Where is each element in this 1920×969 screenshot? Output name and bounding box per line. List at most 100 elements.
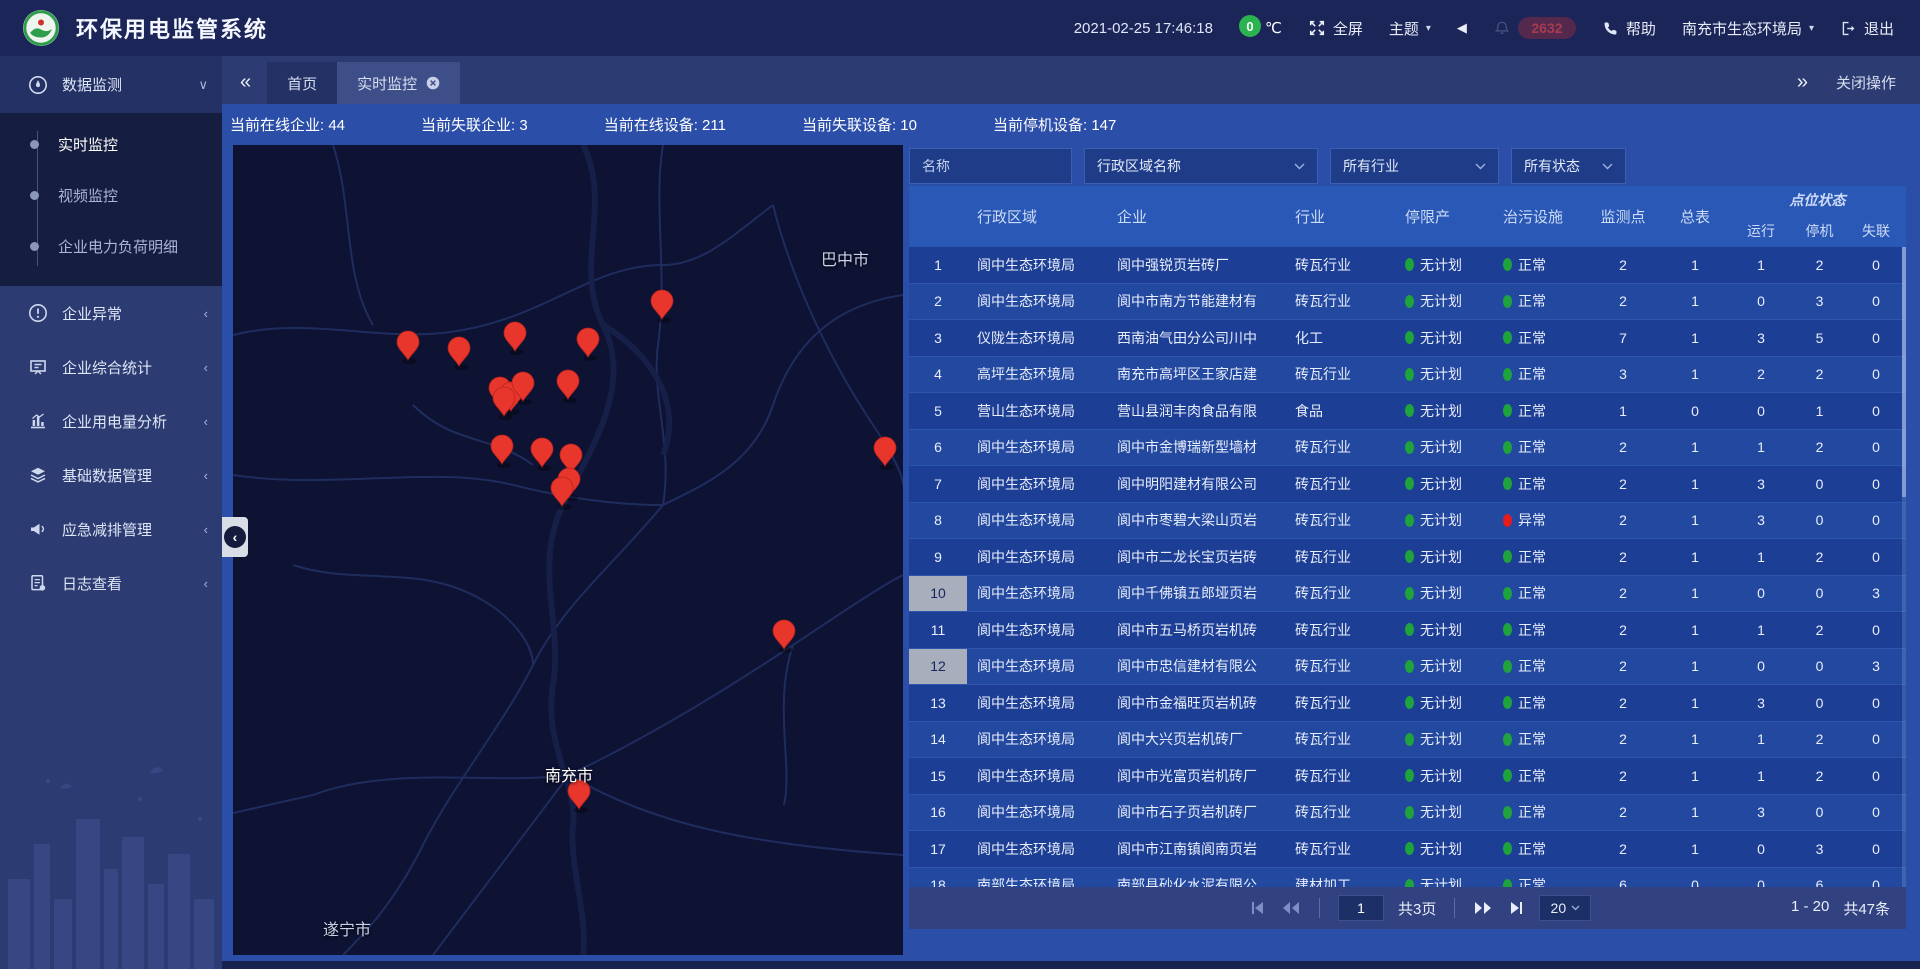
table-row[interactable]: 10 阆中生态环境局 阆中千佛镇五郎垭页岩 砖瓦行业 无计划 正常 2 1 0 … — [909, 576, 1906, 613]
sidebar-item-2[interactable]: 企业综合统计 ‹ — [0, 340, 222, 394]
sidebar-item-4[interactable]: 基础数据管理 ‹ — [0, 448, 222, 502]
industry-select[interactable]: 所有行业 — [1330, 148, 1499, 184]
theme-menu[interactable]: 主题 ▾ — [1389, 18, 1431, 39]
col-industry: 行业 — [1285, 186, 1393, 247]
page-title: 环保用电监管系统 — [76, 12, 268, 44]
sidebar-item-5[interactable]: 应急减排管理 ‹ — [0, 502, 222, 556]
cell-offline: 0 — [1848, 430, 1904, 466]
sidebar-item-6[interactable]: 日志查看 ‹ — [0, 556, 222, 610]
city-label: 遂宁市 — [323, 916, 371, 940]
table-row[interactable]: 3 仪陇生态环境局 西南油气田分公司川中 化工 无计划 正常 7 1 3 5 0 — [909, 320, 1906, 357]
table-row[interactable]: 13 阆中生态环境局 阆中市金福旺页岩机砖 砖瓦行业 无计划 正常 2 1 3 … — [909, 685, 1906, 722]
first-page-button[interactable] — [1249, 900, 1267, 916]
table-row[interactable]: 5 营山生态环境局 营山县润丰肉食品有限 食品 无计划 正常 1 0 0 1 0 — [909, 393, 1906, 430]
cell-company: 阆中市枣碧大梁山页岩 — [1107, 503, 1285, 539]
status-select[interactable]: 所有状态 — [1511, 148, 1626, 184]
sidebar-item-1[interactable]: 企业异常 ‹ — [0, 286, 222, 340]
table-row[interactable]: 11 阆中生态环境局 阆中市五马桥页岩机砖 砖瓦行业 无计划 正常 2 1 1 … — [909, 612, 1906, 649]
col-stopped: 停机 — [1791, 214, 1848, 247]
map-sidebar-collapse-button[interactable]: ‹ — [222, 517, 248, 557]
table-row[interactable]: 14 阆中生态环境局 阆中大兴页岩机砖厂 砖瓦行业 无计划 正常 2 1 1 2… — [909, 722, 1906, 759]
help-button[interactable]: 帮助 — [1602, 18, 1656, 39]
tab-0[interactable]: 首页 — [267, 62, 337, 104]
sidebar-item-3[interactable]: 企业用电量分析 ‹ — [0, 394, 222, 448]
last-page-button[interactable] — [1507, 900, 1525, 916]
table-row[interactable]: 4 高坪生态环境局 南充市高坪区王家店建 砖瓦行业 无计划 正常 3 1 2 2… — [909, 357, 1906, 394]
sidebar-item-0[interactable]: 数据监测 ∨ — [0, 56, 222, 113]
map-pin[interactable] — [493, 387, 515, 420]
map-pin[interactable] — [651, 290, 673, 323]
sidebar-subitem-1[interactable]: 视频监控 — [0, 170, 222, 221]
cell-region: 阆中生态环境局 — [967, 649, 1107, 685]
cell-facility-status: 正常 — [1491, 357, 1587, 393]
tabs-scroll-left-icon[interactable]: « — [222, 71, 267, 104]
fullscreen-button[interactable]: 全屏 — [1308, 18, 1363, 39]
map-panel[interactable]: 巴中市南充市遂宁市 — [233, 145, 903, 955]
mute-button[interactable]: ◀ — [1457, 20, 1467, 36]
page-number-input[interactable] — [1338, 895, 1384, 921]
row-index: 16 — [909, 795, 967, 831]
table-row[interactable]: 15 阆中生态环境局 阆中市光富页岩机砖厂 砖瓦行业 无计划 正常 2 1 1 … — [909, 758, 1906, 795]
cell-industry: 砖瓦行业 — [1285, 831, 1393, 867]
cell-stopped: 2 — [1791, 357, 1848, 393]
status-item: 当前失联企业: 3 — [421, 114, 528, 135]
cell-facility-status: 异常 — [1491, 503, 1587, 539]
map-pin[interactable] — [577, 328, 599, 361]
next-page-button[interactable] — [1473, 900, 1493, 916]
cell-points: 2 — [1587, 576, 1659, 612]
cell-running: 1 — [1731, 722, 1791, 758]
cell-facility-status: 正常 — [1491, 393, 1587, 429]
page-size-select[interactable]: 20 — [1539, 895, 1591, 921]
table-row[interactable]: 16 阆中生态环境局 阆中市石子页岩机砖厂 砖瓦行业 无计划 正常 2 1 3 … — [909, 795, 1906, 832]
close-icon[interactable] — [426, 76, 440, 90]
table-row[interactable]: 2 阆中生态环境局 阆中市南方节能建材有 砖瓦行业 无计划 正常 2 1 0 3… — [909, 284, 1906, 321]
map-pin[interactable] — [397, 331, 419, 364]
table-row[interactable]: 9 阆中生态环境局 阆中市二龙长宝页岩砖 砖瓦行业 无计划 正常 2 1 1 2… — [909, 539, 1906, 576]
map-pin[interactable] — [504, 322, 526, 355]
sidebar-subitem-2[interactable]: 企业电力负荷明细 — [0, 221, 222, 272]
table-row[interactable]: 1 阆中生态环境局 阆中强锐页岩砖厂 砖瓦行业 无计划 正常 2 1 1 2 0 — [909, 247, 1906, 284]
table-row[interactable]: 6 阆中生态环境局 阆中市金博瑞新型墙材 砖瓦行业 无计划 正常 2 1 1 2… — [909, 430, 1906, 467]
map-pin[interactable] — [448, 337, 470, 370]
map-pin[interactable] — [557, 370, 579, 403]
region-select[interactable]: 行政区域名称 — [1084, 148, 1318, 184]
logout-button[interactable]: 退出 — [1840, 18, 1894, 39]
temperature-display: 0 ℃ — [1239, 19, 1282, 37]
sidebar-subitem-0[interactable]: 实时监控 — [0, 119, 222, 170]
pager-divider — [1319, 898, 1320, 918]
tabs-scroll-right-icon[interactable]: » — [1797, 71, 1808, 94]
org-menu[interactable]: 南充市生态环境局 ▾ — [1682, 18, 1814, 39]
cell-running: 1 — [1731, 539, 1791, 575]
row-index: 12 — [909, 649, 967, 685]
table-row[interactable]: 8 阆中生态环境局 阆中市枣碧大梁山页岩 砖瓦行业 无计划 异常 2 1 3 0… — [909, 503, 1906, 540]
name-search-input[interactable] — [909, 148, 1072, 184]
close-operations-button[interactable]: 关闭操作 — [1836, 72, 1896, 93]
top-header: 环保用电监管系统 2021-02-25 17:46:18 0 ℃ 全屏 主题 ▾ — [0, 0, 1920, 56]
cell-limit-status: 无计划 — [1393, 831, 1491, 867]
cell-industry: 砖瓦行业 — [1285, 576, 1393, 612]
cell-points: 2 — [1587, 539, 1659, 575]
table-row[interactable]: 7 阆中生态环境局 阆中明阳建材有限公司 砖瓦行业 无计划 正常 2 1 3 0… — [909, 466, 1906, 503]
table-scrollbar-thumb[interactable] — [1902, 247, 1906, 497]
row-index: 8 — [909, 503, 967, 539]
cell-company: 南充市高坪区王家店建 — [1107, 357, 1285, 393]
status-item: 当前在线企业: 44 — [230, 114, 345, 135]
prev-page-button[interactable] — [1281, 900, 1301, 916]
table-row[interactable]: 12 阆中生态环境局 阆中市忠信建材有限公 砖瓦行业 无计划 正常 2 1 0 … — [909, 649, 1906, 686]
cell-points: 2 — [1587, 503, 1659, 539]
chevron-down-icon — [1475, 163, 1486, 170]
table-row[interactable]: 17 阆中生态环境局 阆中市江南镇阆南页岩 砖瓦行业 无计划 正常 2 1 0 … — [909, 831, 1906, 868]
notifications-button[interactable]: 2632 — [1493, 17, 1576, 39]
chevron-left-icon: ‹ — [224, 526, 246, 548]
tab-1[interactable]: 实时监控 — [337, 62, 460, 104]
cell-facility-status: 正常 — [1491, 284, 1587, 320]
filter-bar: 行政区域名称 所有行业 所有状态 — [909, 148, 1626, 184]
sidebar-nav: 数据监测 ∨ 实时监控 视频监控 企业电力负荷明细 — [0, 56, 222, 969]
map-pin[interactable] — [551, 477, 573, 510]
map-pin[interactable] — [531, 438, 553, 471]
bullet-icon — [30, 140, 39, 149]
map-pin[interactable] — [874, 437, 896, 470]
table-row[interactable]: 18 南部生态环境局 南部县砂化水泥有限公 建材加工 无计划 正常 6 0 0 … — [909, 868, 1906, 888]
cell-company: 南部县砂化水泥有限公 — [1107, 868, 1285, 888]
map-pin[interactable] — [491, 435, 513, 468]
